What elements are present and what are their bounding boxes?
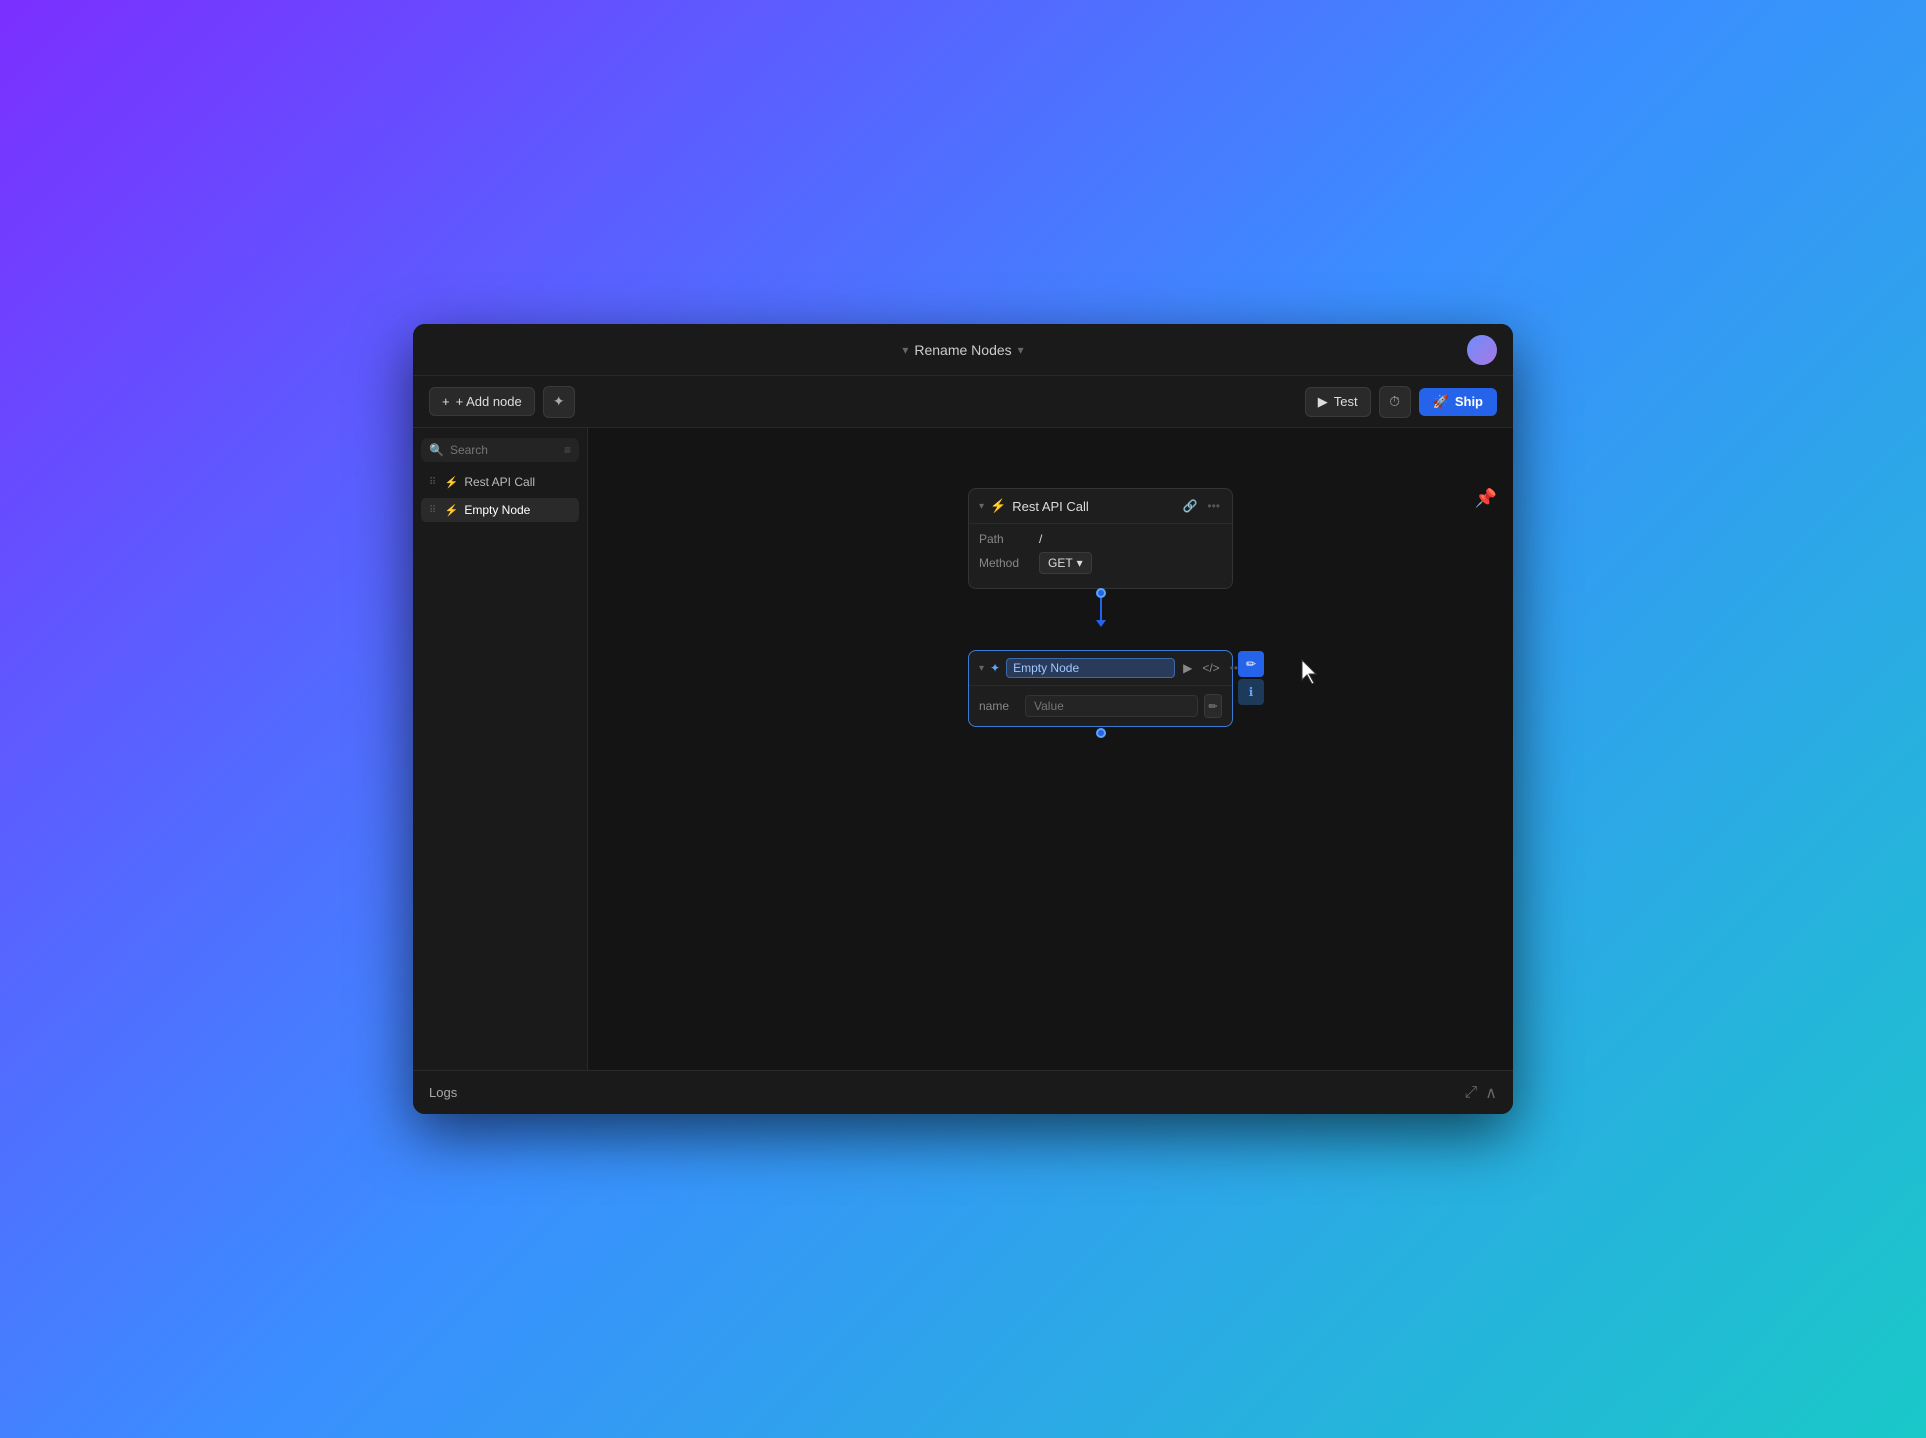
logs-label: Logs xyxy=(429,1085,457,1100)
value-field: name ✏ xyxy=(979,694,1222,718)
drag-handle-icon-2: ⠿ xyxy=(429,505,436,516)
method-field: Method GET ▾ xyxy=(979,552,1222,574)
side-action-edit[interactable]: ✏ xyxy=(1238,651,1264,677)
test-play-icon: ▶ xyxy=(1318,394,1328,410)
add-node-icon: + xyxy=(442,394,450,409)
filter-icon[interactable]: ≡ xyxy=(564,443,571,457)
rest-api-node-header: ▾ ⚡ Rest API Call 🔗 ••• xyxy=(969,489,1232,524)
title-bar-center: ▾ Rename Nodes ▾ xyxy=(902,342,1023,358)
avatar[interactable] xyxy=(1467,335,1497,365)
empty-node-collapse-icon[interactable]: ▾ xyxy=(979,663,984,674)
empty-node-icon: ⚡ xyxy=(444,503,458,517)
toolbar: + + Add node ✦ ▶ Test ⏱ 🚀 Ship xyxy=(413,376,1513,428)
rest-api-icon: ⚡ xyxy=(444,475,458,489)
method-select[interactable]: GET ▾ xyxy=(1039,552,1092,574)
bottom-connector xyxy=(1096,728,1106,738)
path-value: / xyxy=(1039,532,1222,546)
add-node-button[interactable]: + + Add node xyxy=(429,387,535,416)
empty-node-header-icon: ✦ xyxy=(990,661,1000,675)
cursor xyxy=(1298,658,1322,691)
sidebar: 🔍 ≡ ⠿ ⚡ Rest API Call ⠿ ⚡ Empty Node xyxy=(413,428,588,1070)
ship-label: Ship xyxy=(1455,394,1483,409)
rest-api-node-title: Rest API Call xyxy=(1012,499,1174,514)
sidebar-search: 🔍 ≡ xyxy=(421,438,579,462)
connector-line xyxy=(1100,598,1102,620)
history-icon: ⏱ xyxy=(1389,393,1400,410)
side-action-info[interactable]: ℹ xyxy=(1238,679,1264,705)
sidebar-item-empty-node[interactable]: ⠿ ⚡ Empty Node xyxy=(421,498,579,522)
name-label: name xyxy=(979,699,1019,713)
side-edit-icon: ✏ xyxy=(1246,657,1256,671)
node-connector xyxy=(1096,588,1106,627)
magic-button[interactable]: ✦ xyxy=(543,386,575,418)
empty-node: ▾ ✦ ▶ </> ••• name ✏ xyxy=(968,650,1233,727)
app-window: ▾ Rename Nodes ▾ + + Add node ✦ ▶ Test ⏱… xyxy=(413,324,1513,1114)
node-side-actions: ✏ ℹ xyxy=(1238,651,1264,705)
add-node-label: + Add node xyxy=(456,394,522,409)
rest-api-node-icon: ⚡ xyxy=(990,498,1006,514)
node-collapse-icon[interactable]: ▾ xyxy=(979,501,984,512)
logs-expand-button[interactable]: ⤢ xyxy=(1464,1084,1477,1102)
app-title: Rename Nodes xyxy=(914,342,1011,358)
path-field: Path / xyxy=(979,532,1222,546)
sidebar-item-empty-node-label: Empty Node xyxy=(464,503,530,517)
more-icon[interactable]: ••• xyxy=(1205,497,1222,515)
link-icon[interactable]: 🔗 xyxy=(1180,497,1199,515)
search-input[interactable] xyxy=(450,443,558,457)
ship-button[interactable]: 🚀 Ship xyxy=(1419,388,1497,416)
path-label: Path xyxy=(979,532,1039,546)
expand-icon: ⤢ xyxy=(1464,1084,1477,1102)
test-button[interactable]: ▶ Test xyxy=(1305,387,1371,417)
connector-arrow xyxy=(1096,620,1106,627)
title-chevron[interactable]: ▾ xyxy=(902,343,908,357)
pencil-icon: ✏ xyxy=(1208,700,1217,713)
run-icon[interactable]: ▶ xyxy=(1181,659,1194,677)
empty-node-header: ▾ ✦ ▶ </> ••• xyxy=(969,651,1232,686)
method-value: GET xyxy=(1048,556,1073,570)
pin-icon[interactable]: 📌 xyxy=(1475,488,1497,509)
code-icon[interactable]: </> xyxy=(1200,659,1221,677)
logs-bar: Logs ⤢ ∧ xyxy=(413,1070,1513,1114)
value-input[interactable] xyxy=(1025,695,1198,717)
side-info-icon: ℹ xyxy=(1249,685,1254,699)
logs-collapse-button[interactable]: ∧ xyxy=(1485,1083,1497,1103)
logs-actions: ⤢ ∧ xyxy=(1464,1083,1497,1103)
ship-rocket-icon: 🚀 xyxy=(1433,394,1449,410)
rest-api-node-body: Path / Method GET ▾ xyxy=(969,524,1232,588)
node-name-input[interactable] xyxy=(1006,658,1175,678)
canvas[interactable]: 📌 ▾ ⚡ Rest API Call 🔗 ••• Path xyxy=(588,428,1513,1070)
node-container: ▾ ⚡ Rest API Call 🔗 ••• Path / Method xyxy=(968,488,1233,589)
connector-dot xyxy=(1096,588,1106,598)
magic-icon: ✦ xyxy=(553,393,565,410)
sidebar-item-rest-api-call[interactable]: ⠿ ⚡ Rest API Call xyxy=(421,470,579,494)
search-icon: 🔍 xyxy=(429,443,444,457)
method-label: Method xyxy=(979,556,1039,570)
rest-api-call-node: ▾ ⚡ Rest API Call 🔗 ••• Path / Method xyxy=(968,488,1233,589)
empty-node-body: name ✏ xyxy=(969,686,1232,726)
collapse-icon: ∧ xyxy=(1485,1083,1497,1103)
title-dropdown-icon[interactable]: ▾ xyxy=(1018,343,1024,357)
edit-button[interactable]: ✏ xyxy=(1204,694,1222,718)
method-chevron-icon: ▾ xyxy=(1077,556,1083,570)
drag-handle-icon: ⠿ xyxy=(429,477,436,488)
test-label: Test xyxy=(1334,394,1358,409)
main-content: 🔍 ≡ ⠿ ⚡ Rest API Call ⠿ ⚡ Empty Node 📌 xyxy=(413,428,1513,1070)
title-bar: ▾ Rename Nodes ▾ xyxy=(413,324,1513,376)
sidebar-item-rest-api-label: Rest API Call xyxy=(464,475,535,489)
history-button[interactable]: ⏱ xyxy=(1379,386,1411,418)
